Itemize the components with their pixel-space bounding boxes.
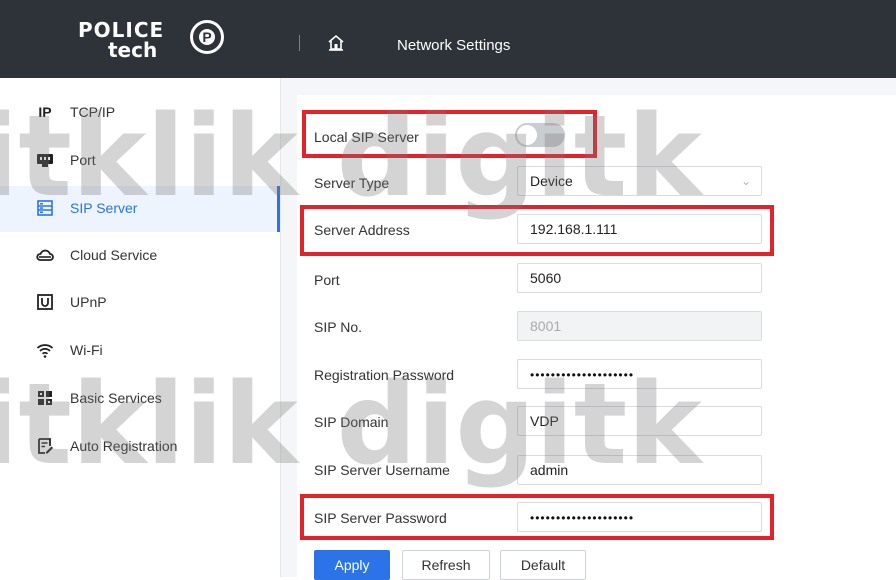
sip-server-username-input[interactable]: admin bbox=[517, 455, 762, 485]
sidebar-item-auto-registration[interactable]: Auto Registration bbox=[0, 424, 280, 470]
sidebar-item-port[interactable]: Port bbox=[0, 138, 280, 184]
page-title: Network Settings bbox=[397, 37, 511, 54]
server-icon bbox=[37, 200, 53, 216]
port-icon bbox=[37, 154, 53, 167]
header-divider bbox=[299, 35, 300, 51]
default-button[interactable]: Default bbox=[500, 550, 586, 580]
police-tech-logo: POLICE tech P bbox=[78, 18, 248, 64]
sidebar-item-wi-fi[interactable]: Wi-Fi bbox=[0, 328, 280, 374]
server-address-value: 192.168.1.111 bbox=[530, 221, 618, 237]
sidebar-item-basic-services[interactable]: Basic Services bbox=[0, 376, 280, 422]
sip-domain-input[interactable]: VDP bbox=[517, 406, 762, 436]
sidebar-item-label: Port bbox=[70, 152, 96, 168]
registration-icon bbox=[38, 438, 53, 454]
server-address-input[interactable]: 192.168.1.111 bbox=[517, 214, 762, 244]
local-sip-server-toggle[interactable] bbox=[515, 123, 565, 147]
sidebar-item-cloud-service[interactable]: Cloud Service bbox=[0, 233, 280, 279]
server-type-label: Server Type bbox=[314, 175, 390, 191]
apply-button[interactable]: Apply bbox=[314, 550, 390, 580]
ip-icon: IP bbox=[38, 104, 52, 120]
logo-line2: tech bbox=[108, 38, 158, 62]
server-type-select[interactable]: Device ⌄ bbox=[517, 166, 762, 196]
sip-server-password-value: •••••••••••••••••••• bbox=[530, 511, 635, 525]
sip-server-username-value: admin bbox=[530, 462, 569, 478]
registration-password-label: Registration Password bbox=[314, 367, 455, 383]
sidebar-item-label: Auto Registration bbox=[70, 438, 178, 454]
server-type-value: Device bbox=[530, 173, 573, 189]
registration-password-input[interactable]: •••••••••••••••••••• bbox=[517, 359, 762, 389]
sidebar-item-upnp[interactable]: UPnP bbox=[0, 280, 280, 326]
top-header: POLICE tech P Network Settings bbox=[0, 0, 896, 78]
grid-icon bbox=[38, 391, 52, 405]
sip-server-username-label: SIP Server Username bbox=[314, 462, 450, 478]
sip-no-value: 8001 bbox=[530, 318, 562, 334]
sip-no-input: 8001 bbox=[517, 311, 762, 341]
sidebar-item-sip-server[interactable]: SIP Server bbox=[0, 186, 280, 232]
wifi-icon bbox=[36, 344, 54, 358]
upnp-icon bbox=[37, 294, 53, 310]
sip-server-password-label: SIP Server Password bbox=[314, 510, 447, 526]
server-address-label: Server Address bbox=[314, 222, 410, 238]
cloud-icon bbox=[36, 249, 54, 261]
sip-domain-label: SIP Domain bbox=[314, 414, 389, 430]
sip-no-label: SIP No. bbox=[314, 319, 362, 335]
sidebar: IP TCP/IP Port SIP Server Cloud Service bbox=[0, 78, 280, 577]
port-input[interactable]: 5060 bbox=[517, 263, 762, 293]
sidebar-item-label: Wi-Fi bbox=[70, 342, 103, 358]
chevron-down-icon: ⌄ bbox=[740, 174, 751, 188]
sidebar-item-label: Cloud Service bbox=[70, 247, 158, 263]
home-icon[interactable] bbox=[327, 34, 345, 52]
port-value: 5060 bbox=[530, 270, 562, 286]
sidebar-item-label: Basic Services bbox=[70, 390, 162, 406]
sip-server-password-input[interactable]: •••••••••••••••••••• bbox=[517, 502, 762, 532]
toggle-knob bbox=[517, 125, 537, 145]
sip-domain-value: VDP bbox=[530, 413, 559, 429]
sidebar-item-label: UPnP bbox=[70, 294, 107, 310]
registration-password-value: •••••••••••••••••••• bbox=[530, 368, 635, 382]
sidebar-item-tcp-ip[interactable]: IP TCP/IP bbox=[0, 90, 280, 136]
refresh-button[interactable]: Refresh bbox=[402, 550, 490, 580]
port-label: Port bbox=[314, 272, 340, 288]
logo-seal-icon: P bbox=[190, 20, 224, 54]
sidebar-item-label: TCP/IP bbox=[70, 104, 116, 120]
sidebar-item-label: SIP Server bbox=[70, 200, 138, 216]
logo-letter: P bbox=[199, 29, 215, 45]
local-sip-server-label: Local SIP Server bbox=[314, 129, 419, 145]
